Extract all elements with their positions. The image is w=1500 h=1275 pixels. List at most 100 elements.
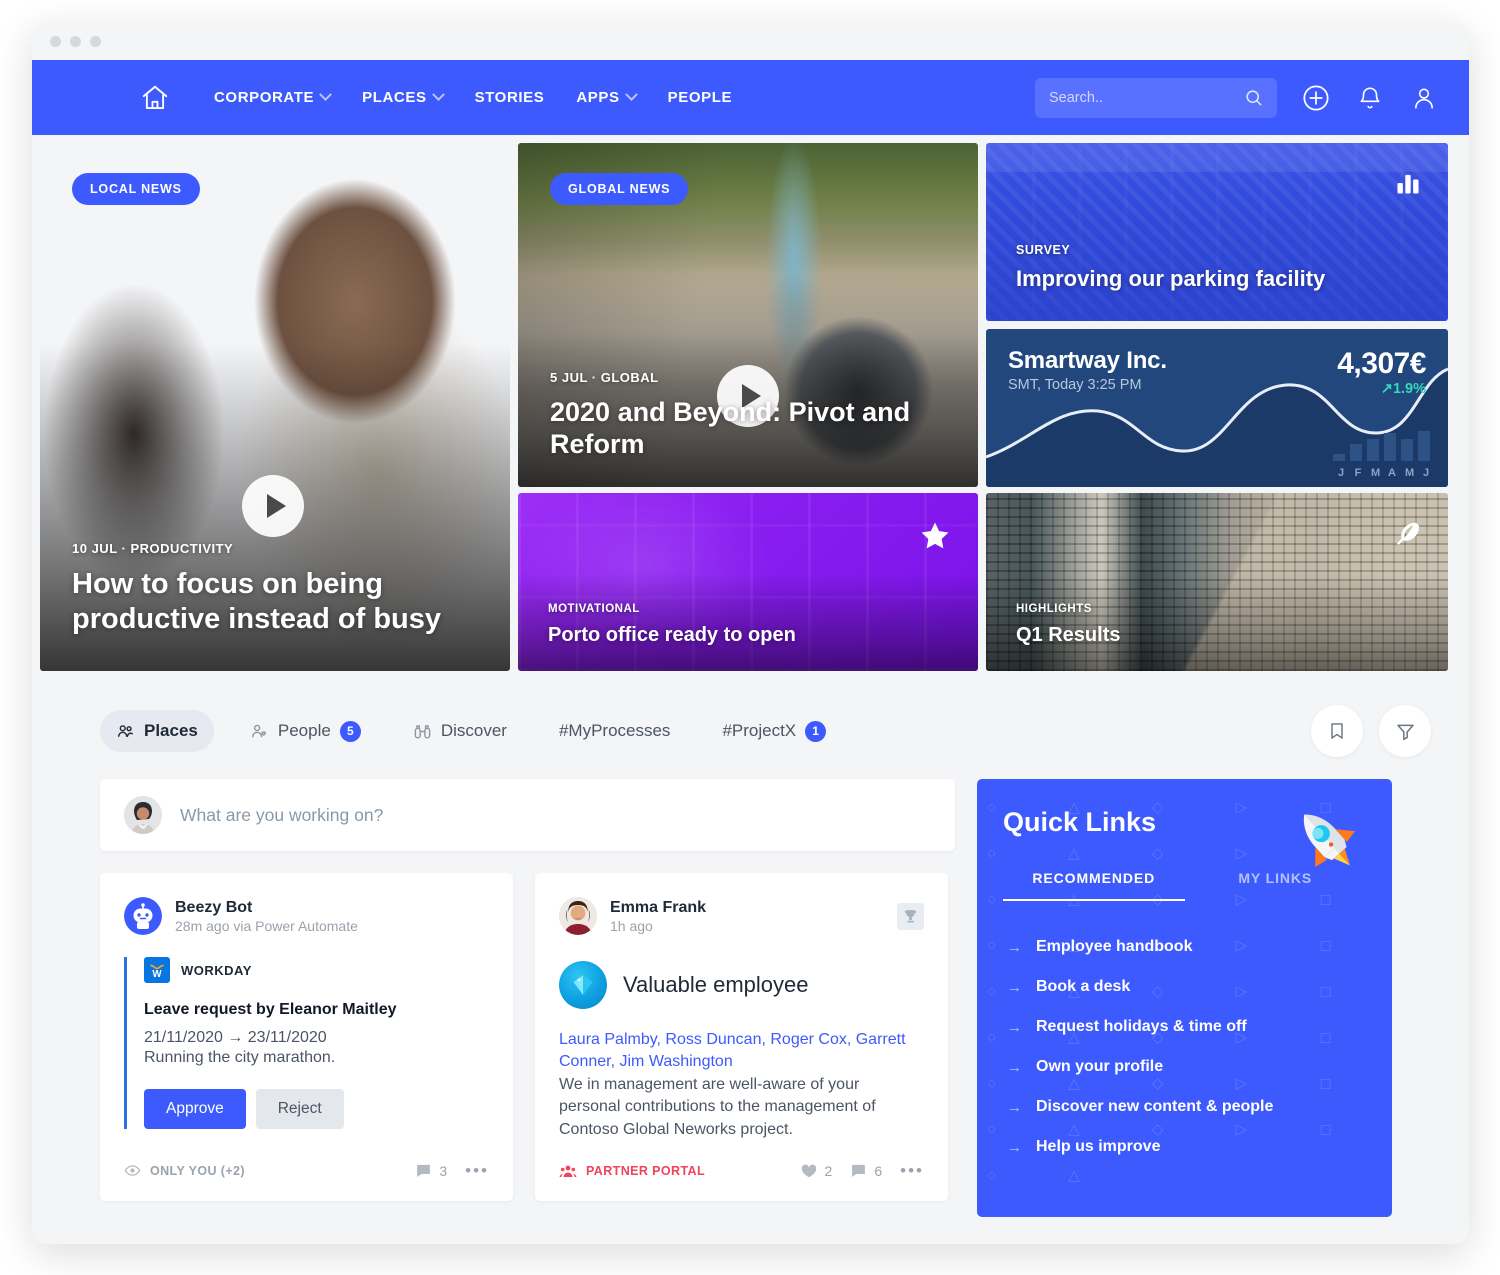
browser-window: CORPORATE PLACES STORIES APPS PEOPLE Sea… [32, 22, 1469, 1244]
post-footer: PARTNER PORTAL 2 6 ••• [559, 1141, 924, 1201]
quick-link-label: Employee handbook [1036, 938, 1193, 955]
quick-links-title: Quick Links [1003, 807, 1157, 837]
avatar[interactable] [124, 897, 162, 935]
bookmark-button[interactable] [1311, 705, 1363, 757]
post-list: Beezy Bot 28m ago via Power Automate W W… [100, 873, 955, 1201]
arrow-right-icon: → [1007, 1138, 1022, 1156]
bell-icon[interactable] [1355, 83, 1385, 113]
approve-button[interactable]: Approve [144, 1089, 246, 1129]
search-box[interactable] [1035, 77, 1277, 118]
quick-links-tabs: RECOMMENDED MY LINKS [1003, 870, 1366, 901]
post-header: Emma Frank 1h ago [559, 897, 924, 935]
post-body: We in management are well-aware of your … [559, 1075, 876, 1138]
chevron-down-icon [319, 88, 332, 102]
feed-column: What are you working on? Beezy Bot 28m a… [100, 779, 955, 1217]
hero-headline: Q1 Results [1016, 623, 1121, 646]
home-icon[interactable] [138, 81, 172, 115]
window-dot-maximize[interactable] [90, 35, 101, 47]
tab-people[interactable]: People 5 [234, 710, 377, 753]
hero-badge-local-news[interactable]: LOCAL NEWS [72, 173, 200, 205]
post-stats: 2 6 ••• [800, 1161, 924, 1181]
hero-card-global-news[interactable]: GLOBAL NEWS 5 JUL · GLOBAL 2020 and Beyo… [518, 143, 978, 487]
partner-group-icon [559, 1165, 577, 1177]
more-options-button[interactable]: ••• [465, 1161, 489, 1181]
like-action[interactable]: 2 [800, 1162, 832, 1180]
post-card-beezy-bot: Beezy Bot 28m ago via Power Automate W W… [100, 873, 513, 1201]
comment-action[interactable]: 3 [415, 1162, 447, 1179]
avatar[interactable] [559, 897, 597, 935]
user-icon[interactable] [1409, 83, 1439, 113]
play-button-local-news[interactable] [242, 475, 304, 537]
tab-discover-label: Discover [440, 721, 507, 740]
hero-card-highlights[interactable]: HIGHLIGHTS Q1 Results [986, 493, 1448, 671]
nav-item-apps-label: APPS [576, 89, 620, 106]
nav-item-places[interactable]: PLACES [346, 88, 458, 106]
arrow-right-icon: → [1007, 1018, 1022, 1036]
tab-discover[interactable]: Discover [397, 710, 523, 752]
nav-item-apps[interactable]: APPS [560, 88, 651, 106]
feather-icon [1392, 519, 1422, 554]
stock-month-labels: J F M A M J [1337, 467, 1430, 479]
post-card-emma-frank: Emma Frank 1h ago Valuable employee Laur… [535, 873, 948, 1201]
post-visibility[interactable]: ONLY YOU (+2) [124, 1162, 245, 1179]
quick-link-request-holidays[interactable]: → Request holidays & time off [1007, 1007, 1366, 1047]
filter-icon [1396, 724, 1414, 740]
hero-card-local-news[interactable]: LOCAL NEWS 10 JUL · PRODUCTIVITY How to … [40, 143, 510, 671]
composer-placeholder[interactable]: What are you working on? [180, 805, 383, 826]
add-icon[interactable] [1301, 83, 1331, 113]
post-meta: 28m ago via Power Automate [175, 917, 358, 934]
quick-link-help-us-improve[interactable]: → Help us improve [1007, 1127, 1366, 1167]
quick-link-book-a-desk[interactable]: → Book a desk [1007, 967, 1366, 1007]
eye-icon [124, 1165, 141, 1177]
nav-item-stories[interactable]: STORIES [459, 89, 561, 106]
quick-link-employee-handbook[interactable]: → Employee handbook [1007, 927, 1366, 967]
quick-tab-recommended[interactable]: RECOMMENDED [1003, 870, 1185, 901]
quick-links-list: → Employee handbook → Book a desk → Requ… [977, 901, 1392, 1167]
hero-kicker: SURVEY [1016, 243, 1071, 258]
quick-link-own-your-profile[interactable]: → Own your profile [1007, 1047, 1366, 1087]
nav-item-corporate-label: CORPORATE [214, 89, 315, 106]
nav-right-actions [1035, 77, 1439, 118]
search-input[interactable] [1049, 89, 1236, 106]
hero-kicker: 10 JUL · PRODUCTIVITY [72, 540, 234, 556]
main-content-area: What are you working on? Beezy Bot 28m a… [32, 757, 1469, 1217]
tab-places-label: Places [144, 721, 198, 740]
search-icon[interactable] [1244, 88, 1263, 107]
nav-item-corporate[interactable]: CORPORATE [198, 88, 346, 106]
post-mentions[interactable]: Laura Palmby, Ross Duncan, Roger Cox, Ga… [559, 1029, 924, 1074]
nav-item-stories-label: STORIES [474, 89, 545, 106]
badge-name: Valuable employee [623, 972, 809, 997]
post-composer[interactable]: What are you working on? [100, 779, 955, 851]
hero-card-motivational[interactable]: MOTIVATIONAL Porto office ready to open [518, 493, 978, 671]
hero-badge-global-news[interactable]: GLOBAL NEWS [550, 173, 689, 205]
nav-item-people[interactable]: PEOPLE [652, 89, 748, 106]
quick-links-header: Quick Links RECOMMENDED MY LINKS [977, 779, 1392, 901]
tab-places[interactable]: Places [100, 710, 214, 752]
workflow-actions: Approve Reject [144, 1089, 489, 1129]
hero-text-global-news: 5 JUL · GLOBAL 2020 and Beyond: Pivot an… [550, 370, 944, 461]
reject-button[interactable]: Reject [255, 1089, 344, 1129]
window-dot-close[interactable] [50, 35, 61, 47]
more-options-button[interactable]: ••• [900, 1161, 924, 1181]
hero-text-motivational: MOTIVATIONAL Porto office ready to open [548, 603, 944, 647]
comment-action[interactable]: 6 [850, 1162, 882, 1179]
tab-myprocesses[interactable]: #MyProcesses [543, 710, 686, 752]
filter-button[interactable] [1379, 705, 1431, 757]
month-label: M [1371, 467, 1381, 479]
hero-card-stock[interactable]: Smartway Inc. SMT, Today 3:25 PM 4,307€ … [986, 329, 1448, 487]
workflow-dates: 21/11/2020 → 23/11/2020 [144, 1029, 327, 1046]
workflow-block: W WORKDAY Leave request by Eleanor Maitl… [124, 957, 489, 1129]
hero-image-detail [986, 143, 1448, 321]
quick-link-discover-content[interactable]: → Discover new content & people [1007, 1087, 1366, 1127]
tab-projectx[interactable]: #ProjectX 1 [706, 710, 842, 753]
comment-icon [852, 1165, 866, 1178]
hero-card-survey[interactable]: SURVEY Improving our parking facility [986, 143, 1448, 321]
stock-price: 4,307€ [1337, 347, 1426, 380]
workflow-app: W WORKDAY [144, 957, 489, 983]
window-dot-minimize[interactable] [70, 35, 81, 47]
post-space[interactable]: PARTNER PORTAL [559, 1162, 705, 1180]
hero-kicker: 5 JUL · GLOBAL [550, 369, 659, 385]
stock-value-group: 4,307€ ↗1.9% [1337, 347, 1426, 397]
heart-icon [801, 1164, 816, 1178]
quick-tab-my-links[interactable]: MY LINKS [1185, 870, 1367, 901]
